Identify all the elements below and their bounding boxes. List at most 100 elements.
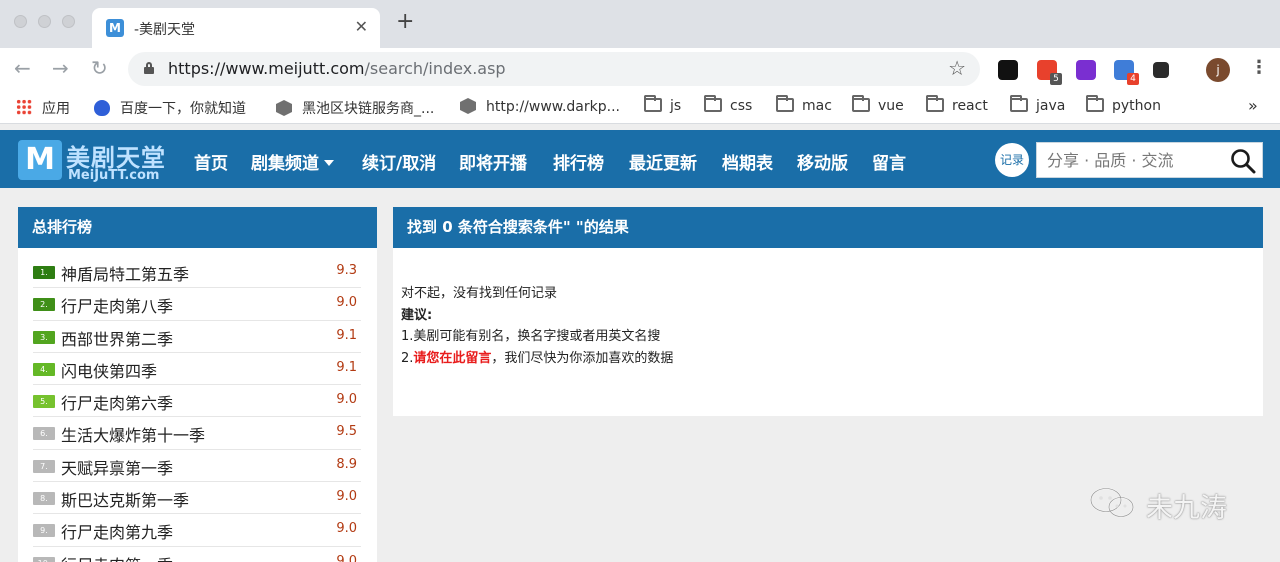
bookmark-heichi[interactable]: 黑池区块链服务商_... (276, 98, 434, 118)
rank-show-title[interactable]: 生活大爆炸第十一季 (61, 422, 205, 446)
leave-message-link[interactable]: 请您在此留言 (413, 351, 491, 366)
folder-icon (1010, 95, 1028, 112)
history-button[interactable]: 记录 (995, 143, 1029, 177)
ext-star-icon[interactable]: 4 (1114, 60, 1139, 85)
bookmark-folder-react[interactable]: react (926, 95, 988, 114)
profile-avatar[interactable]: j (1206, 58, 1230, 82)
rank-show-title[interactable]: 行尸走肉第八季 (61, 293, 173, 317)
result-body: 对不起，没有找到任何记录 建议: 1.美剧可能有别名，换名字搜或者用英文名搜 2… (393, 248, 1263, 369)
bookmark-folder-mac[interactable]: mac (776, 95, 832, 114)
window-close-button[interactable] (14, 15, 27, 28)
site-header: M 美剧天堂 MeiJuTT.com 首页 剧集频道 续订/取消 即将开播 排行… (0, 130, 1280, 188)
ranking-row[interactable]: 2. 行尸走肉第八季 9.0 (33, 288, 361, 321)
bookmark-darkp[interactable]: http://www.darkp... (460, 98, 620, 115)
ranking-row[interactable]: 5. 行尸走肉第六季 9.0 (33, 385, 361, 418)
search-input[interactable] (1037, 143, 1227, 177)
ranking-row[interactable]: 3. 西部世界第二季 9.1 (33, 321, 361, 353)
nav-home[interactable]: 首页 (194, 149, 228, 174)
folder-icon (1086, 95, 1104, 112)
apps-grid-icon (16, 99, 32, 115)
rank-badge: 3. (33, 330, 55, 344)
search-box (1036, 142, 1263, 178)
bookmark-label: java (1036, 98, 1066, 114)
rank-show-title[interactable]: 神盾局特工第五季 (61, 261, 189, 285)
chevron-down-icon (324, 160, 334, 166)
nav-upcoming[interactable]: 即将开播 (459, 149, 527, 174)
rank-show-title[interactable]: 西部世界第二季 (61, 326, 173, 350)
rank-show-title[interactable]: 斯巴达克斯第一季 (61, 487, 189, 511)
bookmark-label: css (730, 98, 753, 114)
nav-mobile[interactable]: 移动版 (797, 149, 848, 174)
bookmark-label: http://www.darkp... (486, 99, 620, 115)
ranking-row[interactable]: 9. 行尸走肉第九季 9.0 (33, 514, 361, 547)
bookmark-folder-python[interactable]: python (1086, 95, 1161, 114)
menu-kebab-icon[interactable]: ⋮ (1250, 58, 1268, 78)
reload-icon[interactable]: ↻ (91, 56, 108, 80)
rank-show-title[interactable]: 行尸走肉第六季 (61, 390, 173, 414)
bookmark-folder-vue[interactable]: vue (852, 95, 904, 114)
suggest-tip-2: 2.请您在此留言，我们尽快为你添加喜欢的数据 (401, 348, 1263, 370)
back-arrow-icon[interactable]: ← (14, 56, 31, 80)
nav-latest[interactable]: 最近更新 (629, 149, 697, 174)
ranking-row[interactable]: 4. 闪电侠第四季 9.1 (33, 353, 361, 386)
bookmark-label: 黑池区块链服务商_... (302, 101, 435, 117)
tab-close-icon[interactable]: ✕ (355, 17, 368, 36)
ranking-row[interactable]: 7. 天赋异禀第一季 8.9 (33, 450, 361, 483)
rank-show-title[interactable]: 闪电侠第四季 (61, 358, 157, 382)
nav-ranking[interactable]: 排行榜 (553, 149, 604, 174)
forward-arrow-icon[interactable]: → (52, 56, 69, 80)
nav-channels[interactable]: 剧集频道 (251, 149, 334, 174)
rank-badge: 8. (33, 492, 55, 506)
search-result-panel: 找到 0 条符合搜索条件" "的结果 对不起，没有找到任何记录 建议: 1.美剧… (393, 207, 1263, 416)
bookmark-baidu[interactable]: 百度一下，你就知道 (94, 98, 246, 118)
rank-badge: 4. (33, 362, 55, 376)
rank-score: 9.5 (336, 424, 357, 440)
rank-show-title[interactable]: 行尸走肉第一季 (61, 552, 173, 562)
address-bar[interactable]: https://www.meijutt.com/search/index.asp… (128, 52, 980, 86)
tip-2-suffix: ，我们尽快为你添加喜欢的数据 (491, 350, 674, 366)
rank-show-title[interactable]: 天赋异禀第一季 (61, 455, 173, 479)
ranking-row[interactable]: 6. 生活大爆炸第十一季 9.5 (33, 417, 361, 450)
ext-badge: 4 (1127, 73, 1139, 85)
folder-icon (776, 95, 794, 112)
folder-icon (926, 95, 944, 112)
search-icon[interactable] (1230, 148, 1256, 174)
no-result-text: 对不起，没有找到任何记录 (401, 286, 558, 301)
bookmark-folder-java[interactable]: java (1010, 95, 1066, 114)
ext-x-icon[interactable] (1153, 62, 1169, 78)
rank-score: 8.9 (336, 456, 357, 472)
ranking-row[interactable]: 8. 斯巴达克斯第一季 9.0 (33, 482, 361, 515)
ranking-panel: 总排行榜 1. 神盾局特工第五季 9.3 2. 行尸走肉第八季 9.0 3. 西部世界第二季 9… (18, 207, 377, 562)
bookmark-star-icon[interactable]: ☆ (948, 56, 966, 80)
rank-badge: 2. (33, 298, 55, 312)
rank-score: 9.0 (336, 553, 357, 562)
url-host: https://www.meijutt.com (168, 59, 365, 78)
rank-show-title[interactable]: 行尸走肉第九季 (61, 519, 173, 543)
rank-score: 9.3 (336, 263, 357, 278)
bookmarks-overflow-chevron-icon[interactable]: » (1248, 96, 1258, 115)
ext-rp-icon[interactable] (1076, 60, 1096, 80)
nav-renew-cancel[interactable]: 续订/取消 (362, 149, 436, 174)
ranking-row[interactable]: 10. 行尸走肉第一季 9.0 (33, 547, 361, 562)
ext-red-c-icon[interactable]: 5 (1037, 60, 1062, 85)
ranking-row[interactable]: 1. 神盾局特工第五季 9.3 (33, 256, 361, 289)
window-minimize-button[interactable] (38, 15, 51, 28)
bookmark-label: 应用 (42, 101, 70, 117)
logo-en-text: MeiJuTT.com (68, 168, 160, 183)
bookmark-apps[interactable]: 应用 (16, 98, 70, 118)
nav-message[interactable]: 留言 (872, 149, 906, 174)
watermark-text: 未九涛 (1146, 493, 1227, 524)
logo-m-icon: M (18, 140, 62, 180)
new-tab-button[interactable]: + (396, 11, 414, 33)
site-logo[interactable]: M 美剧天堂 MeiJuTT.com (18, 138, 174, 183)
window-zoom-button[interactable] (62, 15, 75, 28)
nav-schedule[interactable]: 档期表 (722, 149, 773, 174)
address-url[interactable]: https://www.meijutt.com/search/index.asp (168, 59, 506, 78)
bookmark-folder-css[interactable]: css (704, 95, 753, 114)
ext-ghost-icon[interactable] (998, 60, 1018, 80)
bookmark-folder-js[interactable]: js (644, 95, 681, 114)
result-title: 找到 0 条符合搜索条件" "的结果 (393, 207, 1263, 248)
rank-score: 9.0 (336, 489, 357, 505)
url-path: /search/index.asp (364, 59, 506, 78)
browser-tab-active[interactable]: M -美剧天堂 ✕ (92, 8, 380, 48)
